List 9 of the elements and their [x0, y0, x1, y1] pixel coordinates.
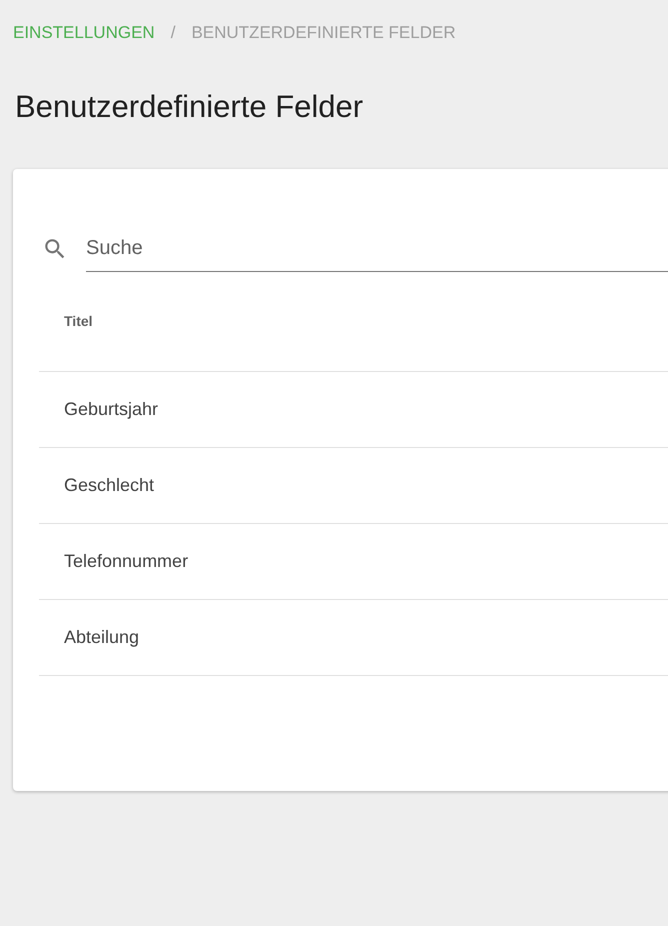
table-cell-text: Telefonnummer: [64, 550, 188, 573]
table-cell-text: Geschlecht: [64, 474, 154, 497]
breadcrumb-separator: /: [170, 22, 176, 44]
breadcrumb-current: BENUTZERDEFINIERTE FELDER: [191, 22, 456, 44]
column-header[interactable]: Titel: [64, 310, 93, 332]
table-cell-text: Geburtsjahr: [64, 398, 158, 421]
table-cell-text: Abteilung: [64, 626, 140, 649]
search-field[interactable]: Suche: [86, 226, 668, 272]
page-title: Benutzerdefinierte Felder: [15, 88, 364, 125]
